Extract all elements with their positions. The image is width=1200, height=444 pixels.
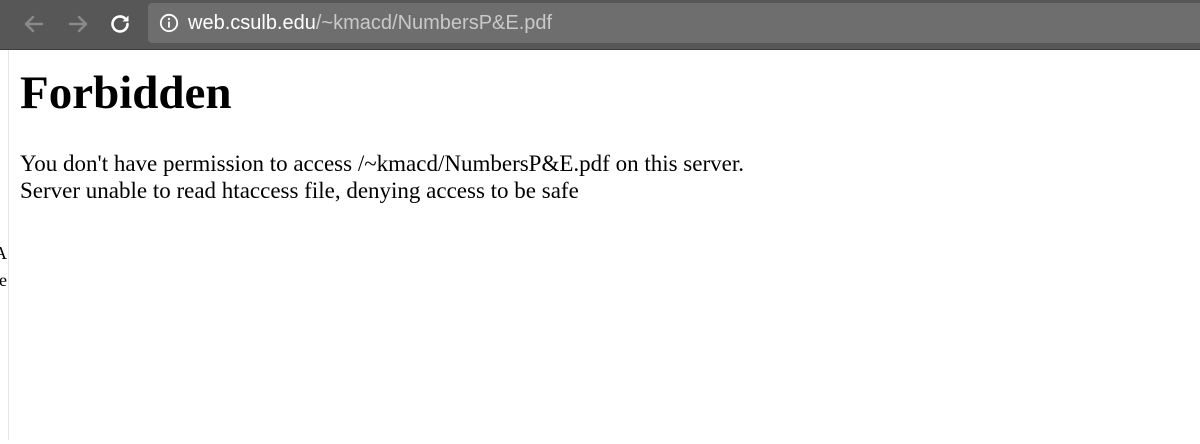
page-title: Forbidden bbox=[20, 67, 232, 119]
browser-toolbar: web.csulb.edu/~kmacd/NumbersP&E.pdf bbox=[0, 0, 1200, 50]
error-line-htaccess: Server unable to read htaccess file, den… bbox=[20, 178, 579, 203]
background-text-fragment: A bbox=[0, 243, 7, 263]
error-message: You don't have permission to access /~km… bbox=[20, 150, 744, 204]
arrow-left-icon bbox=[24, 15, 44, 33]
url-text[interactable]: web.csulb.edu/~kmacd/NumbersP&E.pdf bbox=[188, 12, 552, 34]
arrow-right-icon bbox=[68, 15, 88, 33]
reload-icon bbox=[111, 15, 129, 33]
background-text-fragment: I bbox=[0, 424, 8, 444]
info-circle-icon[interactable] bbox=[159, 13, 179, 33]
reload-button[interactable] bbox=[106, 10, 134, 38]
window-edge bbox=[8, 50, 9, 440]
forward-button[interactable] bbox=[64, 10, 92, 38]
url-path: /~kmacd/NumbersP&E.pdf bbox=[315, 12, 553, 34]
error-line-permission: You don't have permission to access /~km… bbox=[20, 151, 744, 176]
background-text-fragment: le bbox=[0, 270, 7, 290]
back-button[interactable] bbox=[20, 10, 48, 38]
address-bar[interactable]: web.csulb.edu/~kmacd/NumbersP&E.pdf bbox=[148, 3, 1200, 43]
url-host: web.csulb.edu bbox=[188, 12, 316, 34]
page-content: Forbidden You don't have permission to a… bbox=[0, 50, 1200, 440]
